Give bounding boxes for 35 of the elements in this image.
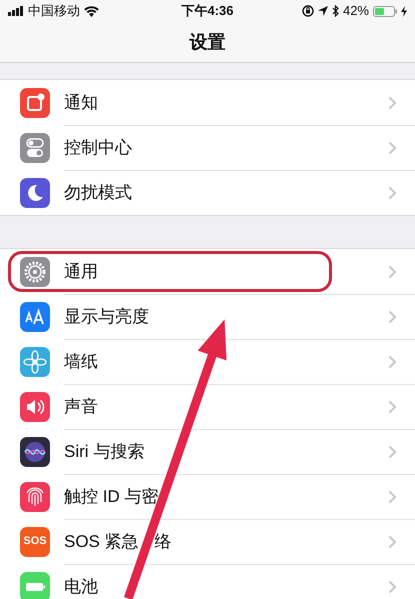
battery-icon xyxy=(373,6,397,16)
chevron-icon xyxy=(388,141,397,155)
setting-label[interactable]: 通知 xyxy=(64,90,98,116)
chevron-icon xyxy=(388,580,397,594)
battery-percent: 42% xyxy=(342,2,369,20)
chevron-icon xyxy=(388,310,397,324)
setting-label[interactable]: 络 xyxy=(154,529,172,555)
setting-label[interactable]: 通用 xyxy=(64,258,98,284)
setting-label[interactable]: 触控 ID 与密 xyxy=(64,484,158,510)
setting-label[interactable]: 显示与亮度 xyxy=(64,304,149,330)
chevron-icon xyxy=(388,535,397,549)
setting-label[interactable]: 控制中心 xyxy=(64,135,132,161)
setting-label[interactable]: 电池 xyxy=(64,574,98,599)
rotation-lock-icon xyxy=(302,5,314,17)
setting-label[interactable]: 声音 xyxy=(64,394,98,420)
bluetooth-icon xyxy=(332,5,339,17)
setting-label[interactable]: 勿扰模式 xyxy=(64,180,132,206)
page-title: 设置 xyxy=(190,30,226,54)
setting-label[interactable]: SOS 紧急 xyxy=(64,529,139,555)
carrier-name: 中国移动 xyxy=(28,2,80,20)
status-time: 下午4:36 xyxy=(181,2,234,20)
charging-icon xyxy=(401,6,407,16)
setting-label[interactable]: 墙纸 xyxy=(64,349,98,375)
setting-label[interactable]: Siri 与搜索 xyxy=(64,439,144,465)
chevron-icon xyxy=(388,445,397,459)
sos-icon: SOS xyxy=(20,526,50,556)
chevron-icon xyxy=(388,400,397,414)
chevron-icon xyxy=(388,186,397,200)
chevron-icon xyxy=(388,96,397,110)
location-icon xyxy=(318,6,328,16)
wifi-icon xyxy=(84,6,99,16)
chevron-icon xyxy=(388,264,397,278)
chevron-icon xyxy=(388,490,397,504)
signal-icon xyxy=(8,6,24,16)
chevron-icon xyxy=(388,355,397,369)
